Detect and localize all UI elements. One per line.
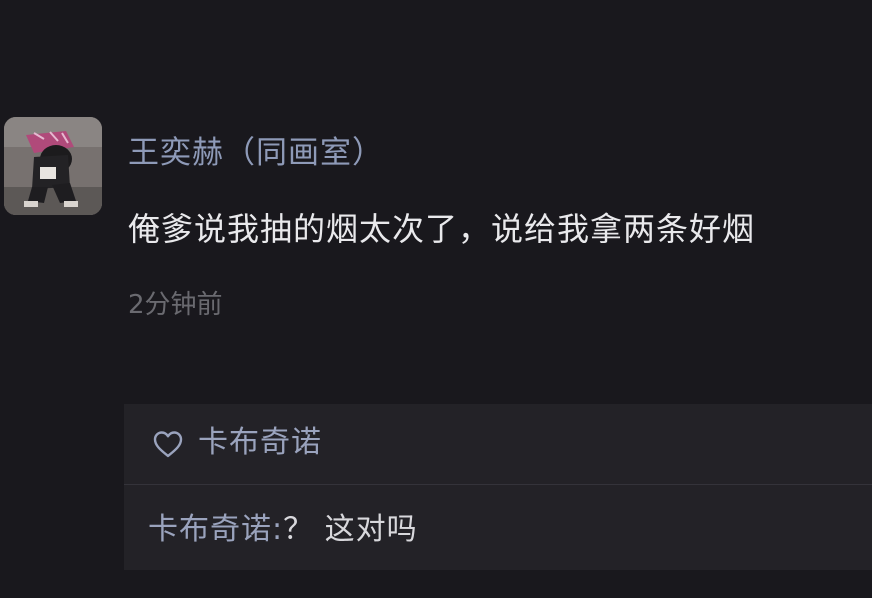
liked-by-users[interactable]: 卡布奇诺 — [198, 422, 322, 464]
divider — [124, 484, 872, 485]
avatar[interactable] — [4, 117, 102, 215]
reply-panel: 卡布奇诺 卡布奇诺:？ 这对吗 — [124, 404, 872, 570]
reply-author[interactable]: 卡布奇诺 — [148, 512, 272, 547]
heart-outline-icon[interactable] — [152, 429, 184, 459]
reply-separator: : — [272, 512, 284, 547]
reply-item[interactable]: 卡布奇诺:？ 这对吗 — [148, 508, 418, 552]
post-timestamp: 2分钟前 — [128, 290, 223, 320]
post-content: 俺爹说我抽的烟太次了，说给我拿两条好烟 — [128, 210, 756, 248]
reply-text: ？ 这对吗 — [283, 512, 418, 547]
comment-screen: 王奕赫（同画室） 俺爹说我抽的烟太次了，说给我拿两条好烟 2分钟前 卡布奇诺 卡… — [0, 0, 872, 598]
post-author-name[interactable]: 王奕赫（同画室） — [128, 133, 384, 173]
avatar-photo — [4, 117, 102, 215]
likes-row: 卡布奇诺 — [124, 404, 872, 484]
